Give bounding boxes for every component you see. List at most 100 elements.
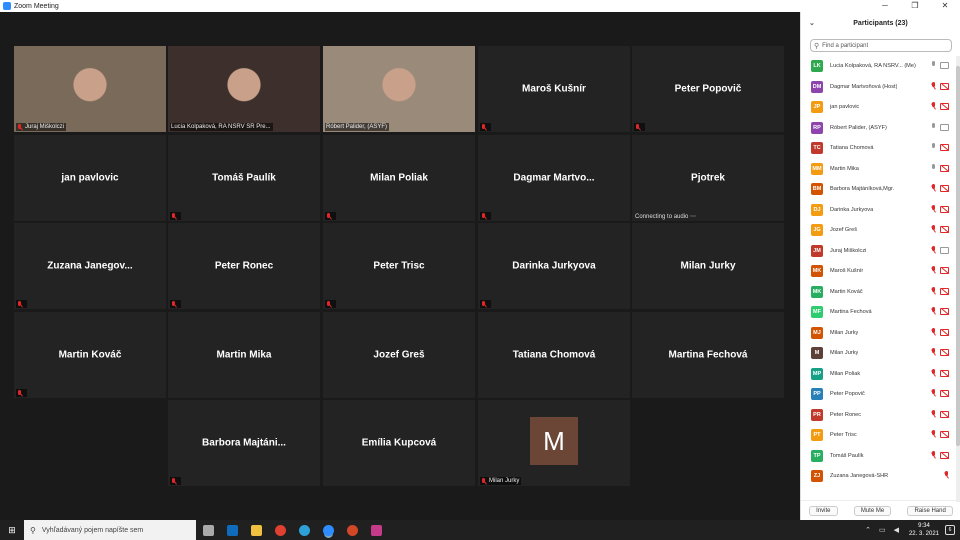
mic-muted-icon bbox=[930, 327, 936, 336]
windows-start-icon[interactable]: ⊞ bbox=[0, 520, 24, 540]
participant-video bbox=[168, 46, 320, 132]
video-tile[interactable]: Tatiana Chomová bbox=[478, 312, 630, 398]
participants-header: ⌄ Participants (23) bbox=[801, 12, 960, 34]
video-tile[interactable]: Pjotrek Connecting to audio ⋯ bbox=[632, 135, 784, 221]
avatar: TP bbox=[811, 449, 823, 462]
video-tile[interactable]: Peter Trisc bbox=[323, 223, 475, 309]
video-tile[interactable]: Lucia Kolpaková, RA NSRV SR Pre... bbox=[168, 46, 320, 132]
video-tile[interactable]: Milan Jurky bbox=[632, 223, 784, 309]
mute-me-button[interactable]: Mute Me bbox=[853, 505, 892, 516]
network-icon[interactable]: ▭ bbox=[879, 526, 886, 534]
clock[interactable]: 9:34 22. 3. 2021 bbox=[909, 522, 939, 538]
participants-title: Participants (23) bbox=[853, 19, 908, 27]
raise-hand-button[interactable]: Raise Hand bbox=[907, 505, 953, 516]
edge-icon[interactable] bbox=[292, 520, 316, 540]
avatar: BM bbox=[811, 183, 823, 196]
video-tile[interactable]: Peter Popovič bbox=[632, 46, 784, 132]
zoom-icon[interactable] bbox=[316, 520, 340, 540]
participant-row[interactable]: MP Milan Poliak bbox=[801, 364, 960, 385]
participant-row[interactable]: DJ Darinka Jurkyova bbox=[801, 200, 960, 221]
video-tile[interactable]: Róbert Palider, (ASYF) bbox=[323, 46, 475, 132]
video-tile[interactable]: Martin Kováč bbox=[14, 312, 166, 398]
minimize-button[interactable]: ─ bbox=[870, 0, 900, 12]
notification-icon[interactable]: 6 bbox=[945, 525, 955, 535]
participant-list-scrollbar[interactable] bbox=[956, 56, 960, 502]
camera-off-icon bbox=[940, 103, 949, 110]
participant-name: Dagmar Martvoňová (Host) bbox=[830, 83, 898, 90]
video-tile[interactable]: Martin Mika bbox=[168, 312, 320, 398]
participant-row[interactable]: JG Jozef Greš bbox=[801, 220, 960, 241]
camera-off-icon bbox=[940, 205, 949, 213]
video-tile[interactable]: Dagmar Martvo... bbox=[478, 135, 630, 221]
participant-row[interactable]: M Milan Jurky bbox=[801, 343, 960, 364]
video-tile[interactable]: Emília Kupcová bbox=[323, 400, 475, 486]
participant-row[interactable]: PP Peter Popovič bbox=[801, 384, 960, 405]
participant-name: Tatiana Chomová bbox=[512, 349, 596, 361]
participant-row[interactable]: ZJ Zuzana Janegová-SHR bbox=[801, 466, 960, 487]
powerpoint-icon[interactable] bbox=[340, 520, 364, 540]
participant-name: Juraj Miškolczi bbox=[830, 247, 867, 254]
mute-indicator bbox=[170, 300, 181, 308]
muted-mic-icon bbox=[171, 300, 177, 308]
participant-row[interactable]: LK Lucia Kolpaková, RA NSRV... (Me) bbox=[801, 56, 960, 77]
video-tile[interactable]: Tomáš Paulík bbox=[168, 135, 320, 221]
file-explorer-icon[interactable] bbox=[244, 520, 268, 540]
video-tile[interactable]: Zuzana Janegov... bbox=[14, 223, 166, 309]
task-view-icon[interactable] bbox=[196, 520, 220, 540]
participant-name: Dagmar Martvo... bbox=[513, 172, 595, 184]
mic-muted-icon bbox=[930, 450, 936, 459]
mic-icon bbox=[930, 163, 936, 172]
participant-name: Barbora Majtáníková,Mgr. bbox=[830, 186, 895, 193]
participant-search-input[interactable]: ⚲ Find a participant bbox=[810, 39, 952, 52]
volume-icon[interactable]: ◀ bbox=[894, 526, 899, 534]
camera-off-icon bbox=[940, 308, 949, 315]
app-drop-icon[interactable] bbox=[364, 520, 388, 540]
participant-row[interactable]: PT Peter Trisc bbox=[801, 425, 960, 446]
participant-row[interactable]: MJ Milan Jurky bbox=[801, 323, 960, 344]
video-tile[interactable]: M Milan Jurky bbox=[478, 400, 630, 486]
video-tile[interactable]: Milan Poliak bbox=[323, 135, 475, 221]
collapse-chevron-icon[interactable]: ⌄ bbox=[809, 19, 815, 27]
participant-row[interactable]: TC Tatiana Chomová bbox=[801, 138, 960, 159]
participant-status-icons bbox=[930, 143, 949, 151]
mic-muted-icon bbox=[930, 245, 936, 254]
participant-status-icons bbox=[930, 368, 949, 377]
search-icon: ⚲ bbox=[814, 42, 820, 50]
video-tile[interactable]: Jozef Greš bbox=[323, 312, 475, 398]
participant-row[interactable]: BM Barbora Majtáníková,Mgr. bbox=[801, 179, 960, 200]
participant-name: Róbert Palider, (ASYF) bbox=[830, 124, 887, 131]
participant-status-icons bbox=[930, 450, 949, 459]
video-tile[interactable]: Juraj Miškolczi bbox=[14, 46, 166, 132]
participant-row[interactable]: DM Dagmar Martvoňová (Host) bbox=[801, 77, 960, 98]
participant-row[interactable]: MK Maroš Kušnír bbox=[801, 261, 960, 282]
camera-off-icon bbox=[940, 185, 949, 192]
participant-row[interactable]: TP Tomáš Paulík bbox=[801, 446, 960, 467]
participant-row[interactable]: PR Peter Ronec bbox=[801, 405, 960, 426]
participant-row[interactable]: JM Juraj Miškolczi bbox=[801, 241, 960, 262]
taskbar-search-input[interactable]: ⚲ Vyhľadávaný pojem napíšte sem bbox=[24, 520, 196, 540]
video-tile[interactable]: Peter Ronec bbox=[168, 223, 320, 309]
close-button[interactable]: ✕ bbox=[930, 0, 960, 12]
invite-button[interactable]: Invite bbox=[809, 505, 838, 516]
participant-row[interactable]: MM Martin Mika bbox=[801, 159, 960, 180]
video-tile[interactable]: jan pavlovic bbox=[14, 135, 166, 221]
video-tile[interactable]: Darinka Jurkyova bbox=[478, 223, 630, 309]
participant-row[interactable]: MK Martin Kováč bbox=[801, 282, 960, 303]
chrome-icon[interactable] bbox=[268, 520, 292, 540]
taskbar-apps bbox=[196, 520, 388, 540]
participant-name: Maroš Kušnír bbox=[522, 83, 586, 95]
participant-name: Milan Jurky bbox=[830, 329, 859, 336]
video-tile[interactable]: Maroš Kušnír bbox=[478, 46, 630, 132]
participant-row[interactable]: RP Róbert Palider, (ASYF) bbox=[801, 118, 960, 139]
tray-chevron-icon[interactable]: ⌃ bbox=[865, 526, 871, 534]
muted-mic-icon bbox=[17, 389, 23, 397]
avatar: PR bbox=[811, 408, 823, 421]
maximize-button[interactable]: ❐ bbox=[900, 0, 930, 12]
camera-off-icon bbox=[940, 369, 949, 377]
outlook-icon[interactable] bbox=[220, 520, 244, 540]
video-tile[interactable]: Martina Fechová bbox=[632, 312, 784, 398]
participant-row[interactable]: MF Martina Fechová bbox=[801, 302, 960, 323]
participant-name: Darinka Jurkyova bbox=[830, 206, 874, 213]
video-tile[interactable]: Barbora Majtáni... bbox=[168, 400, 320, 486]
participant-row[interactable]: JP jan pavlovic bbox=[801, 97, 960, 118]
